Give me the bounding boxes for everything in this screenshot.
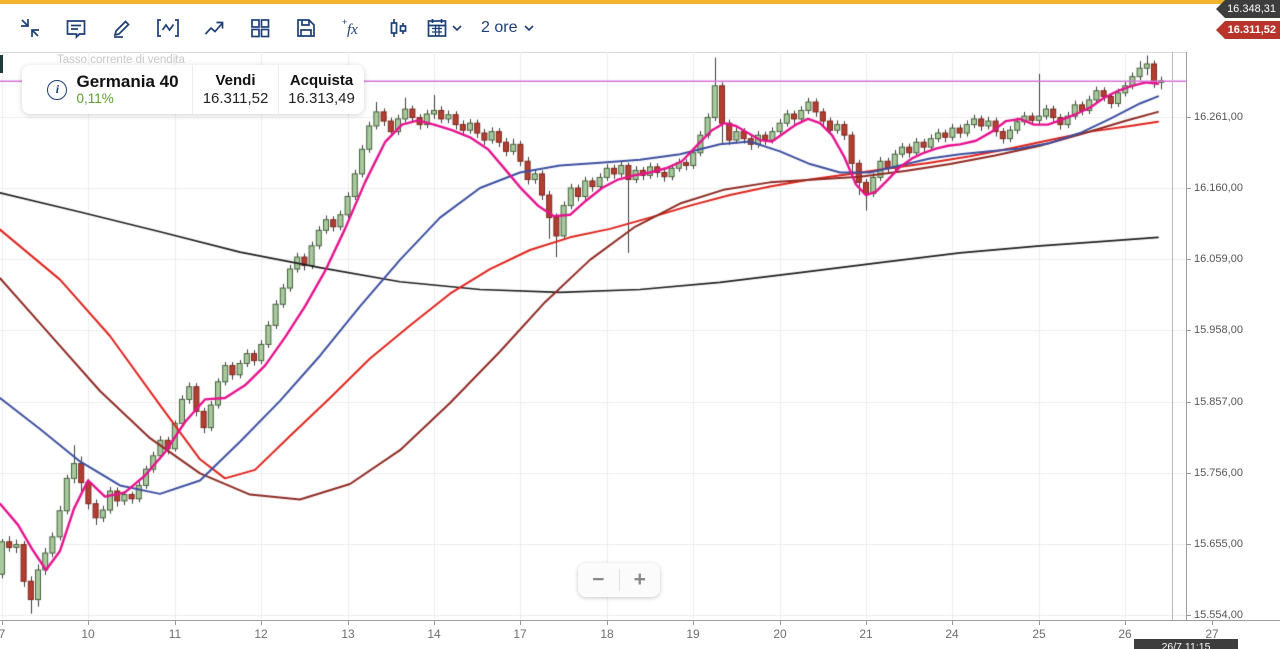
buy-label: Acquista: [289, 71, 354, 89]
date-tick: [693, 621, 694, 625]
current-price-tag: 16.311,52: [1216, 21, 1280, 39]
date-tick: [434, 621, 435, 625]
trading-platform: + fx 2 ore Tasso corrente di vendita i G…: [0, 0, 1280, 649]
timeframe-label: 2 ore: [481, 19, 518, 36]
high-price-tag: 16.348,31: [1216, 0, 1280, 18]
zoom-in-button[interactable]: +: [620, 563, 661, 597]
date-axis-label: 27: [1205, 627, 1219, 641]
draw-button[interactable]: [102, 10, 142, 46]
price-tick: [1187, 330, 1191, 331]
layout-button[interactable]: [240, 10, 280, 46]
time-axis[interactable]: 26/7 11:15 71011121314171819202124252627: [0, 620, 1280, 649]
price-tick: [1187, 615, 1191, 616]
date-tick: [1125, 621, 1126, 625]
date-tick: [1039, 621, 1040, 625]
price-axis-label: 16.261,00: [1194, 111, 1243, 123]
price-axis-label: 15.756,00: [1194, 467, 1243, 479]
date-axis-label: 14: [427, 627, 441, 641]
date-tick: [175, 621, 176, 625]
sell-quote-button[interactable]: Vendi 16.311,52: [192, 65, 278, 114]
date-axis-label: 12: [254, 627, 268, 641]
date-tick: [780, 621, 781, 625]
date-axis-label: 24: [945, 627, 959, 641]
chart-toolbar: + fx 2 ore: [0, 4, 1280, 53]
trend-button[interactable]: [194, 10, 234, 46]
date-axis-label: 17: [513, 627, 527, 641]
price-tick: [1187, 117, 1191, 118]
calendar-icon: [427, 19, 447, 37]
chart-area[interactable]: Tasso corrente di vendita i Germania 40 …: [0, 52, 1186, 620]
fit-screen-icon: [21, 19, 39, 37]
date-tick: [348, 621, 349, 625]
crosshair-vertical-line: [1172, 52, 1173, 620]
date-axis-label: 10: [81, 627, 95, 641]
date-axis-label: 20: [773, 627, 787, 641]
zoom-out-button[interactable]: −: [578, 563, 619, 597]
date-tick: [261, 621, 262, 625]
notes-icon: [66, 20, 86, 40]
date-tick: [88, 621, 89, 625]
instrument-name: Germania 40: [76, 72, 179, 91]
price-axis-label: 16.160,00: [1194, 182, 1243, 194]
info-icon[interactable]: i: [47, 79, 68, 100]
fx-button[interactable]: + fx: [332, 10, 372, 46]
timeframe-selector[interactable]: 2 ore: [481, 19, 535, 37]
trend-icon: [204, 21, 224, 35]
candlestick-icon: [390, 19, 407, 37]
notes-button[interactable]: [56, 10, 96, 46]
date-tick: [2, 621, 3, 625]
date-tick: [866, 621, 867, 625]
candlestick-chart-canvas[interactable]: [0, 52, 1186, 620]
date-tick: [952, 621, 953, 625]
indicator-button[interactable]: [148, 10, 188, 46]
date-axis-label: 26: [1118, 627, 1132, 641]
chevron-down-icon: [524, 25, 535, 32]
price-tick: [1187, 188, 1191, 189]
date-axis-label: 18: [600, 627, 614, 641]
price-axis-label: 15.958,00: [1194, 324, 1243, 336]
indicator-icon: [157, 19, 179, 37]
instrument-info: i Germania 40 0,11%: [22, 65, 192, 114]
chart-type-button[interactable]: [378, 10, 418, 46]
sell-value: 16.311,52: [202, 89, 269, 107]
date-tick: [607, 621, 608, 625]
layout-grid-icon: [251, 19, 270, 38]
price-tick: [1187, 259, 1191, 260]
zoom-controls: − +: [578, 563, 660, 597]
fx-icon: + fx: [342, 17, 358, 38]
sell-label: Vendi: [215, 71, 256, 89]
save-button[interactable]: [286, 10, 326, 46]
date-axis-label: 7: [0, 627, 5, 641]
date-tick: [520, 621, 521, 625]
price-axis-label: 15.857,00: [1194, 396, 1243, 408]
date-axis-label: 11: [168, 627, 182, 641]
sell-rate-watermark: Tasso corrente di vendita: [57, 54, 185, 66]
price-tick: [1187, 473, 1191, 474]
price-axis-label: 16.059,00: [1194, 253, 1243, 265]
date-axis-label: 21: [859, 627, 873, 641]
price-tick: [1187, 402, 1191, 403]
date-axis-label: 13: [341, 627, 355, 641]
instrument-change: 0,11%: [76, 91, 114, 106]
chevron-down-icon: [452, 25, 462, 32]
date-axis-label: 19: [686, 627, 700, 641]
price-tick: [1187, 544, 1191, 545]
price-axis[interactable]: 16.261,00 16.160,00 16.059,00 15.958,00 15.8…: [1186, 52, 1280, 621]
svg-text:fx: fx: [347, 22, 358, 38]
date-tick: [1212, 621, 1213, 625]
buy-value: 16.313,49: [288, 89, 355, 107]
clipped-left-tag: [0, 55, 3, 73]
date-axis-label: 25: [1032, 627, 1046, 641]
save-icon: [297, 19, 315, 37]
buy-quote-button[interactable]: Acquista 16.313,49: [278, 65, 364, 114]
instrument-card: i Germania 40 0,11% Vendi 16.311,52 Acqu…: [22, 65, 364, 114]
fit-screen-button[interactable]: [10, 10, 50, 46]
pencil-icon: [113, 20, 130, 38]
calendar-button[interactable]: [424, 10, 464, 46]
price-axis-label: 15.655,00: [1194, 538, 1243, 550]
